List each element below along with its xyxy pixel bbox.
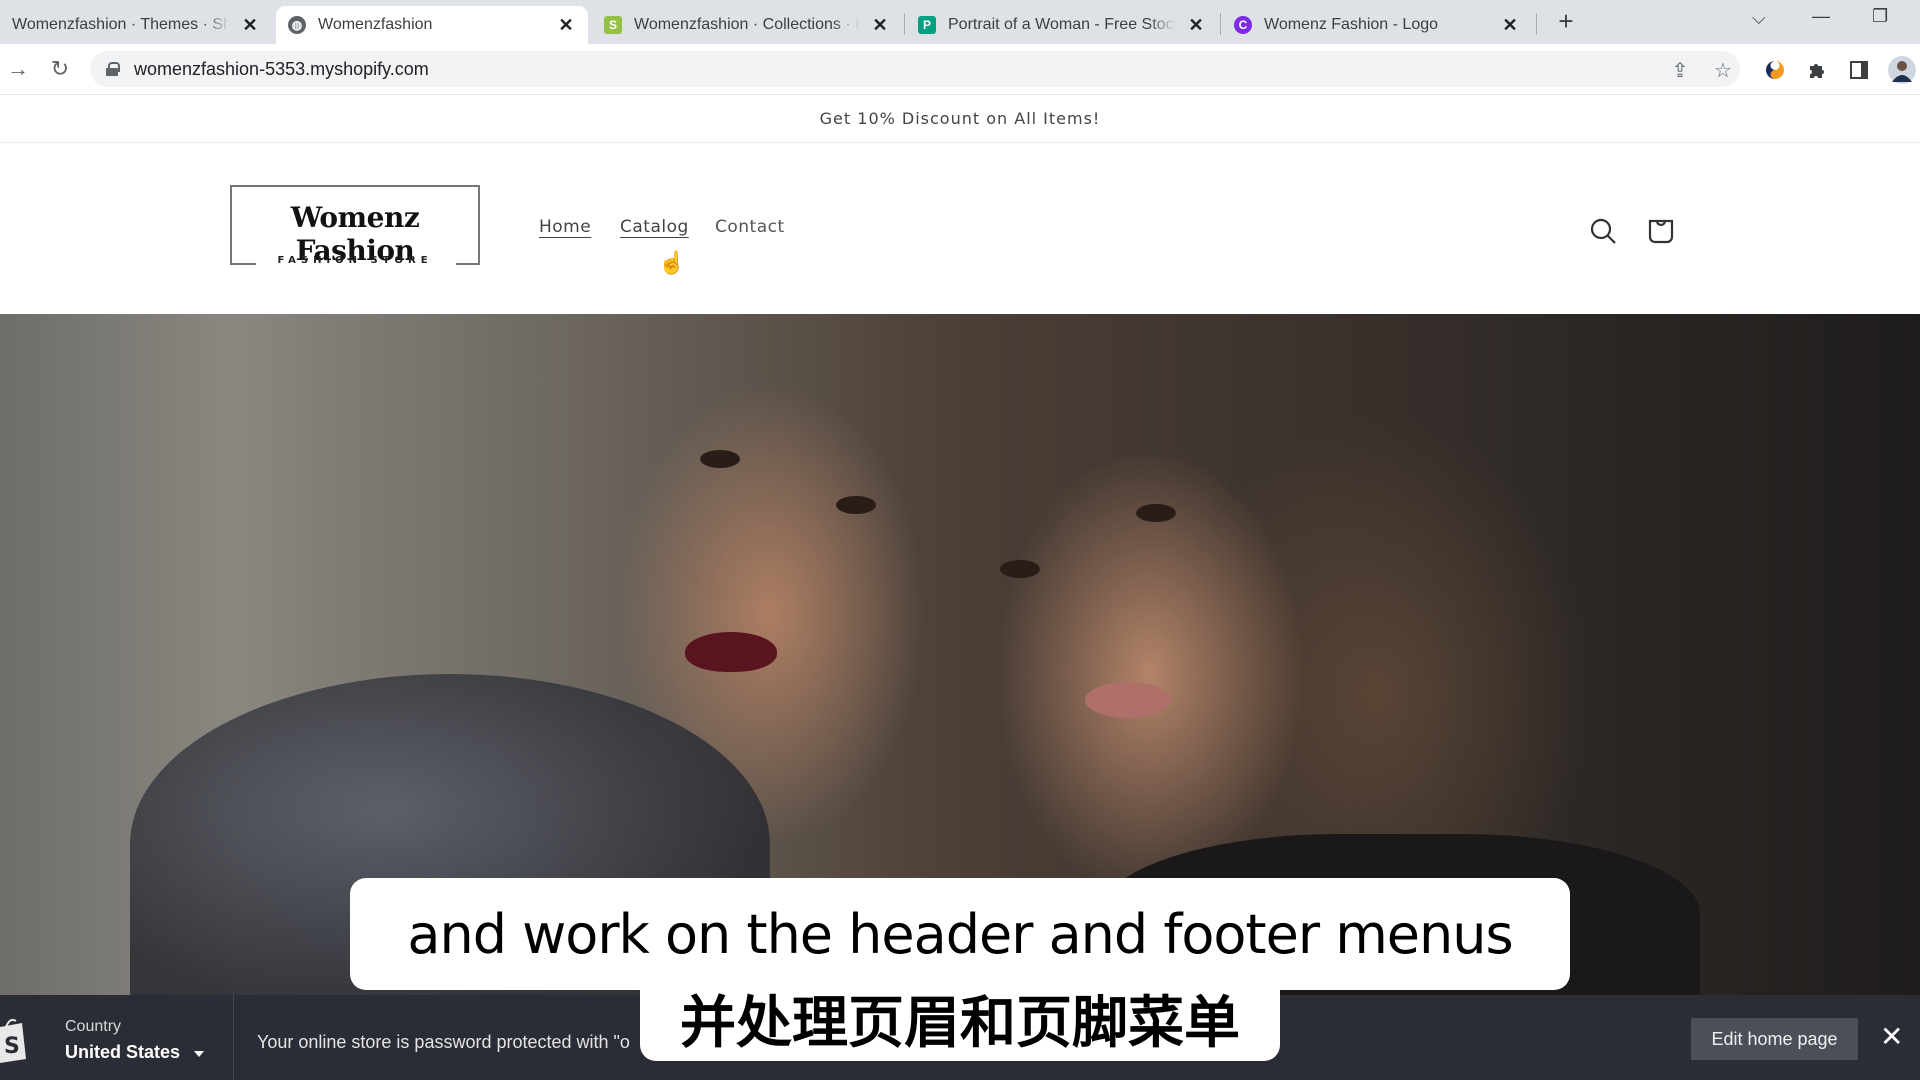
hand-cursor-icon: ☝: [658, 250, 686, 275]
tab-title: Portrait of a Woman - Free Stock: [948, 16, 1176, 33]
cart-icon[interactable]: [1645, 215, 1677, 247]
browser-window: Womenzfashion · Themes · Shop ✕ ◍ Womenz…: [0, 0, 1920, 1080]
tab-portrait[interactable]: P Portrait of a Woman - Free Stock ✕: [906, 6, 1218, 44]
nav-contact[interactable]: Contact: [715, 217, 785, 237]
close-tab-icon[interactable]: ✕: [240, 15, 260, 36]
browser-toolbar: → ↻ womenzfashion-5353.myshopify.com ⇪ ☆: [0, 44, 1920, 95]
tab-collections[interactable]: S Womenzfashion · Collections · Ho ✕: [592, 6, 902, 44]
bookmark-star-icon[interactable]: ☆: [1709, 56, 1737, 84]
hero-eye: [1136, 504, 1176, 522]
close-icon[interactable]: ✕: [1880, 1023, 1903, 1051]
subtitle-english: and work on the header and footer menus: [350, 878, 1570, 990]
caret-down-icon[interactable]: [194, 1051, 204, 1057]
hero-lips: [685, 632, 777, 672]
country-selector[interactable]: United States: [65, 1042, 180, 1063]
hero-eye: [1000, 560, 1040, 578]
tab-search-chevron-icon[interactable]: ⌵: [1752, 8, 1766, 29]
hero-eye: [700, 450, 740, 468]
profile-avatar[interactable]: [1888, 56, 1916, 84]
search-icon[interactable]: [1587, 215, 1619, 247]
tab-title: Womenzfashion · Themes · Shop: [12, 16, 230, 33]
password-protected-message: Your online store is password protected …: [257, 1032, 630, 1052]
tab-logo[interactable]: C Womenz Fashion - Logo ✕: [1222, 6, 1532, 44]
new-tab-button[interactable]: +: [1552, 8, 1580, 36]
subtitle-chinese-text: 并处理页眉和页脚菜单: [680, 990, 1240, 1056]
svg-text:S: S: [4, 1034, 20, 1059]
shopify-bag-icon: S: [0, 1015, 28, 1063]
extensions-puzzle-icon[interactable]: [1803, 56, 1831, 84]
close-tab-icon[interactable]: ✕: [556, 15, 576, 36]
nav-catalog[interactable]: Catalog: [620, 217, 689, 237]
announcement-text: Get 10% Discount on All Items!: [819, 109, 1101, 128]
address-bar[interactable]: womenzfashion-5353.myshopify.com: [90, 51, 1740, 87]
pexels-icon: P: [918, 16, 936, 34]
globe-icon: ◍: [288, 16, 306, 34]
side-panel-icon[interactable]: [1845, 56, 1873, 84]
lock-icon: [106, 62, 120, 76]
restore-icon[interactable]: ❐: [1872, 6, 1888, 27]
close-tab-icon[interactable]: ✕: [870, 15, 890, 36]
url-text[interactable]: womenzfashion-5353.myshopify.com: [134, 59, 429, 80]
admin-bar-divider: [233, 995, 234, 1080]
edit-home-page-button[interactable]: Edit home page: [1691, 1018, 1858, 1060]
tab-title: Womenzfashion · Collections · Ho: [634, 16, 860, 33]
tab-themes[interactable]: Womenzfashion · Themes · Shop ✕: [0, 6, 272, 44]
canva-icon: C: [1234, 16, 1252, 34]
tab-separator: [904, 13, 905, 35]
announcement-bar: Get 10% Discount on All Items!: [0, 95, 1920, 143]
hero-lips: [1085, 682, 1171, 718]
minimize-icon[interactable]: —: [1812, 6, 1830, 27]
share-icon[interactable]: ⇪: [1666, 56, 1694, 84]
subtitle-chinese: 并处理页眉和页脚菜单: [640, 975, 1280, 1061]
nav-home[interactable]: Home: [539, 217, 591, 237]
logo-subtitle: FASHION STORE: [277, 255, 433, 266]
tab-separator: [1536, 13, 1537, 35]
country-label: Country: [65, 1018, 122, 1035]
tab-separator: [1220, 13, 1221, 35]
store-header: Womenz Fashion FASHION STORE Home Catalo…: [0, 143, 1920, 314]
extension-s-icon[interactable]: [1761, 56, 1789, 84]
forward-icon[interactable]: →: [4, 56, 32, 84]
close-tab-icon[interactable]: ✕: [1500, 15, 1520, 36]
hero-eye: [836, 496, 876, 514]
close-tab-icon[interactable]: ✕: [1186, 15, 1206, 36]
tab-womenzfashion[interactable]: ◍ Womenzfashion ✕: [276, 6, 588, 44]
shopify-icon: S: [604, 16, 622, 34]
tab-title: Womenzfashion: [318, 16, 433, 33]
tab-title: Womenz Fashion - Logo: [1264, 16, 1439, 33]
subtitle-english-text: and work on the header and footer menus: [407, 902, 1513, 966]
tab-strip: Womenzfashion · Themes · Shop ✕ ◍ Womenz…: [0, 0, 1920, 44]
reload-icon[interactable]: ↻: [46, 56, 74, 84]
